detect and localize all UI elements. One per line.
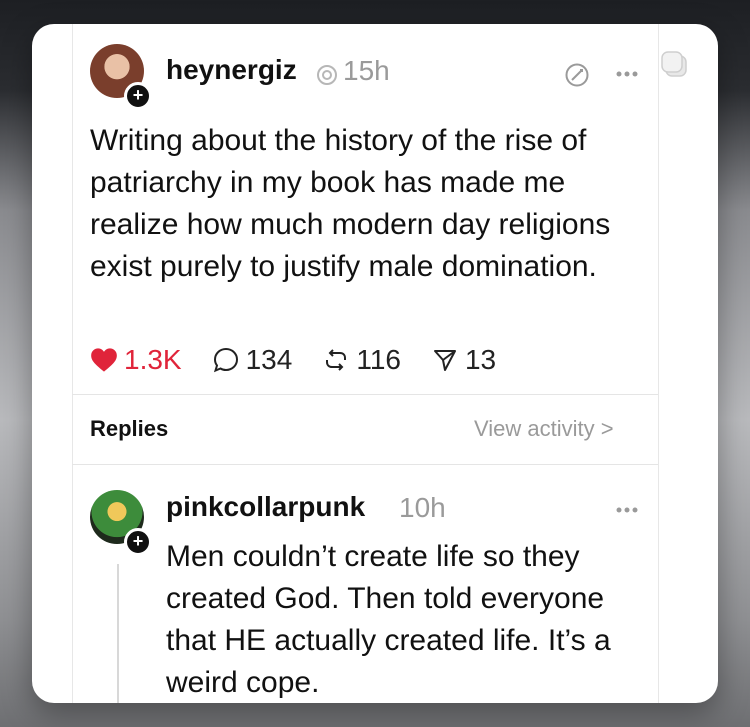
repost-icon	[326, 349, 347, 371]
copy-icon[interactable]	[658, 48, 690, 80]
username[interactable]: heynergiz	[166, 54, 297, 86]
thread-line	[117, 564, 119, 703]
repost-button[interactable]: 116	[322, 344, 401, 376]
post-text: Writing about the history of the rise of…	[90, 124, 611, 283]
left-gutter-line	[72, 24, 73, 703]
comment-count: 134	[245, 344, 293, 375]
post-stats: 1.3K 134 116 13	[90, 340, 526, 380]
post-time: 15h	[343, 55, 390, 86]
share-count: 13	[464, 344, 497, 375]
right-gutter-line	[658, 24, 659, 703]
replies-label: Replies	[90, 416, 169, 441]
reply-text: Men couldn’t create life so they created…	[166, 540, 611, 699]
verified-icon	[317, 65, 337, 85]
plus-icon[interactable]: +	[124, 528, 152, 556]
like-count: 1.3K	[124, 344, 182, 375]
more-icon[interactable]	[615, 506, 639, 514]
divider	[72, 394, 658, 395]
reply-username[interactable]: pinkcollarpunk	[166, 491, 365, 523]
repost-count: 116	[356, 344, 401, 375]
more-icon[interactable]	[615, 70, 639, 78]
post-card: + heynergiz 15h Writing about the histor…	[32, 24, 718, 703]
plus-icon[interactable]: +	[124, 82, 152, 110]
edit-icon[interactable]	[564, 62, 590, 88]
divider	[72, 464, 658, 465]
share-button[interactable]: 13	[431, 344, 496, 376]
reply-time: 10h	[399, 492, 446, 523]
heart-icon	[91, 348, 117, 372]
like-button[interactable]: 1.3K	[90, 344, 182, 376]
view-activity-link[interactable]: View activity >	[474, 416, 614, 442]
comment-button[interactable]: 134	[212, 344, 293, 376]
share-icon	[433, 350, 456, 371]
comment-icon	[213, 347, 238, 373]
